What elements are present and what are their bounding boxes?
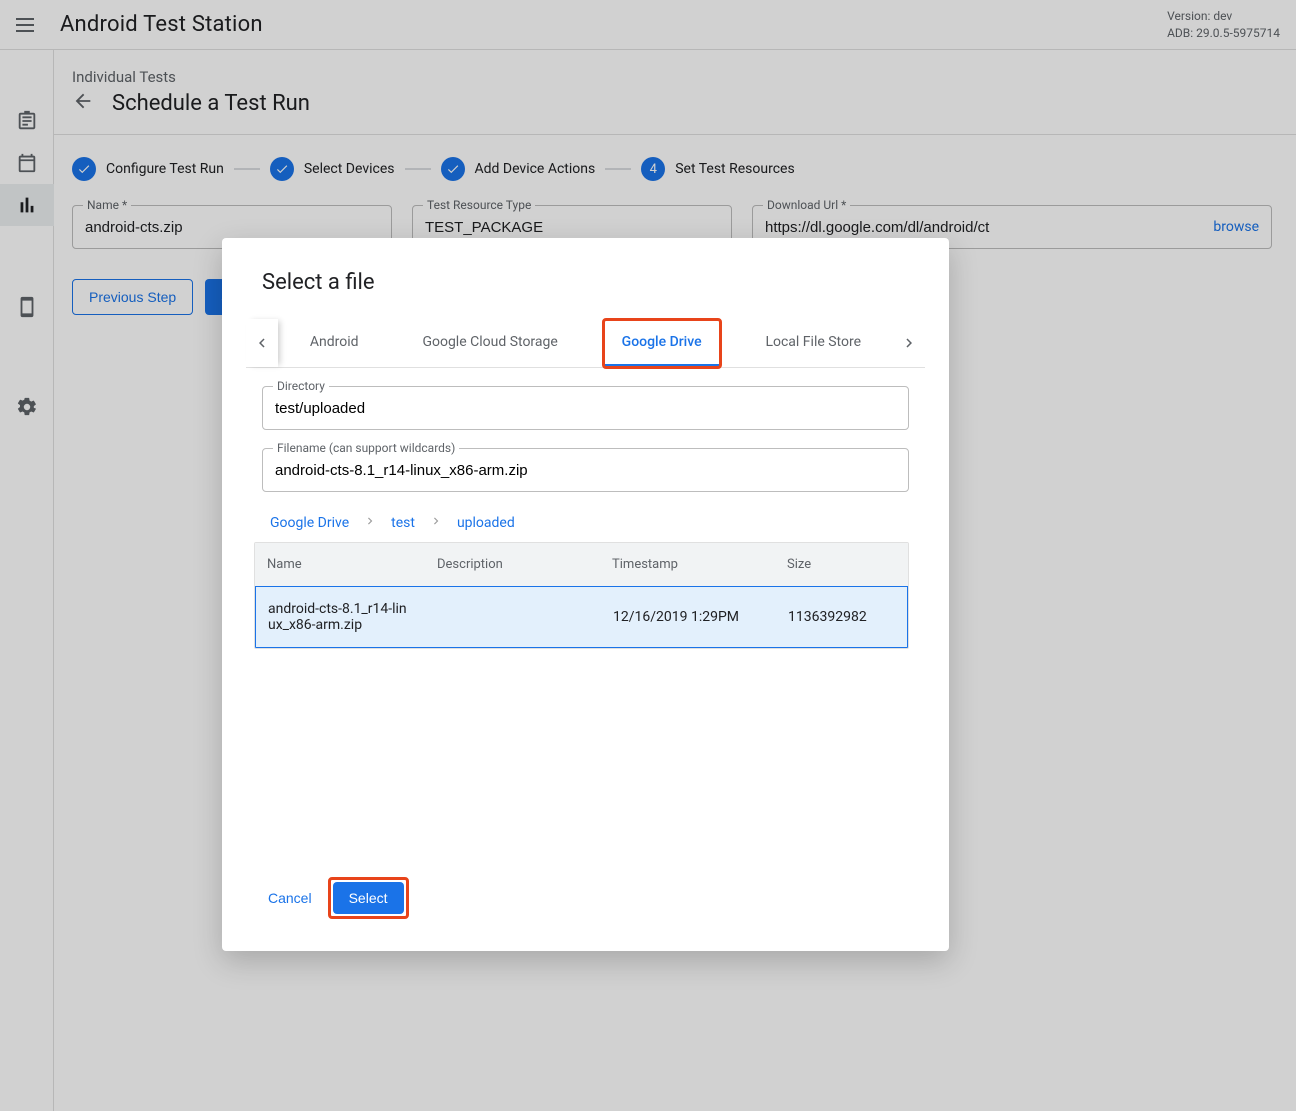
chevron-right-icon[interactable] xyxy=(893,319,925,367)
cancel-button[interactable]: Cancel xyxy=(262,882,318,914)
path-breadcrumbs: Google Drive test uploaded xyxy=(270,514,909,532)
tab-local-file-store[interactable]: Local File Store xyxy=(747,320,879,366)
modal-title: Select a file xyxy=(262,270,909,295)
cell-size: 1136392982 xyxy=(776,595,907,639)
col-description[interactable]: Description xyxy=(425,543,600,586)
select-highlight: Select xyxy=(328,877,409,919)
cell-description xyxy=(426,603,601,631)
tab-google-drive[interactable]: Google Drive xyxy=(604,320,720,367)
cell-timestamp: 12/16/2019 1:29PM xyxy=(601,595,776,639)
directory-field[interactable]: Directory xyxy=(262,386,909,430)
field-label: Directory xyxy=(273,379,329,393)
file-table: Name Description Timestamp Size android-… xyxy=(254,542,909,649)
breadcrumb-link[interactable]: uploaded xyxy=(457,515,515,531)
chevron-right-icon xyxy=(429,514,443,532)
field-label: Filename (can support wildcards) xyxy=(273,441,459,455)
col-name[interactable]: Name xyxy=(255,543,425,586)
breadcrumb-link[interactable]: Google Drive xyxy=(270,515,349,531)
filename-input[interactable] xyxy=(275,462,896,479)
tab-android[interactable]: Android xyxy=(292,320,377,366)
file-picker-modal: Select a file Android Google Cloud Stora… xyxy=(222,238,949,951)
col-timestamp[interactable]: Timestamp xyxy=(600,543,775,586)
tab-row: Android Google Cloud Storage Google Driv… xyxy=(246,319,925,368)
table-header: Name Description Timestamp Size xyxy=(255,543,908,586)
col-size[interactable]: Size xyxy=(775,543,908,586)
breadcrumb-link[interactable]: test xyxy=(391,515,415,531)
tab-gcs[interactable]: Google Cloud Storage xyxy=(404,320,575,366)
cell-name: android-cts-8.1_r14-linux_x86-arm.zip xyxy=(256,587,426,647)
filename-field[interactable]: Filename (can support wildcards) xyxy=(262,448,909,492)
chevron-left-icon[interactable] xyxy=(246,319,278,367)
select-button[interactable]: Select xyxy=(333,882,404,914)
directory-input[interactable] xyxy=(275,400,896,417)
modal-actions: Cancel Select xyxy=(262,857,909,919)
table-row[interactable]: android-cts-8.1_r14-linux_x86-arm.zip 12… xyxy=(255,586,908,648)
chevron-right-icon xyxy=(363,514,377,532)
